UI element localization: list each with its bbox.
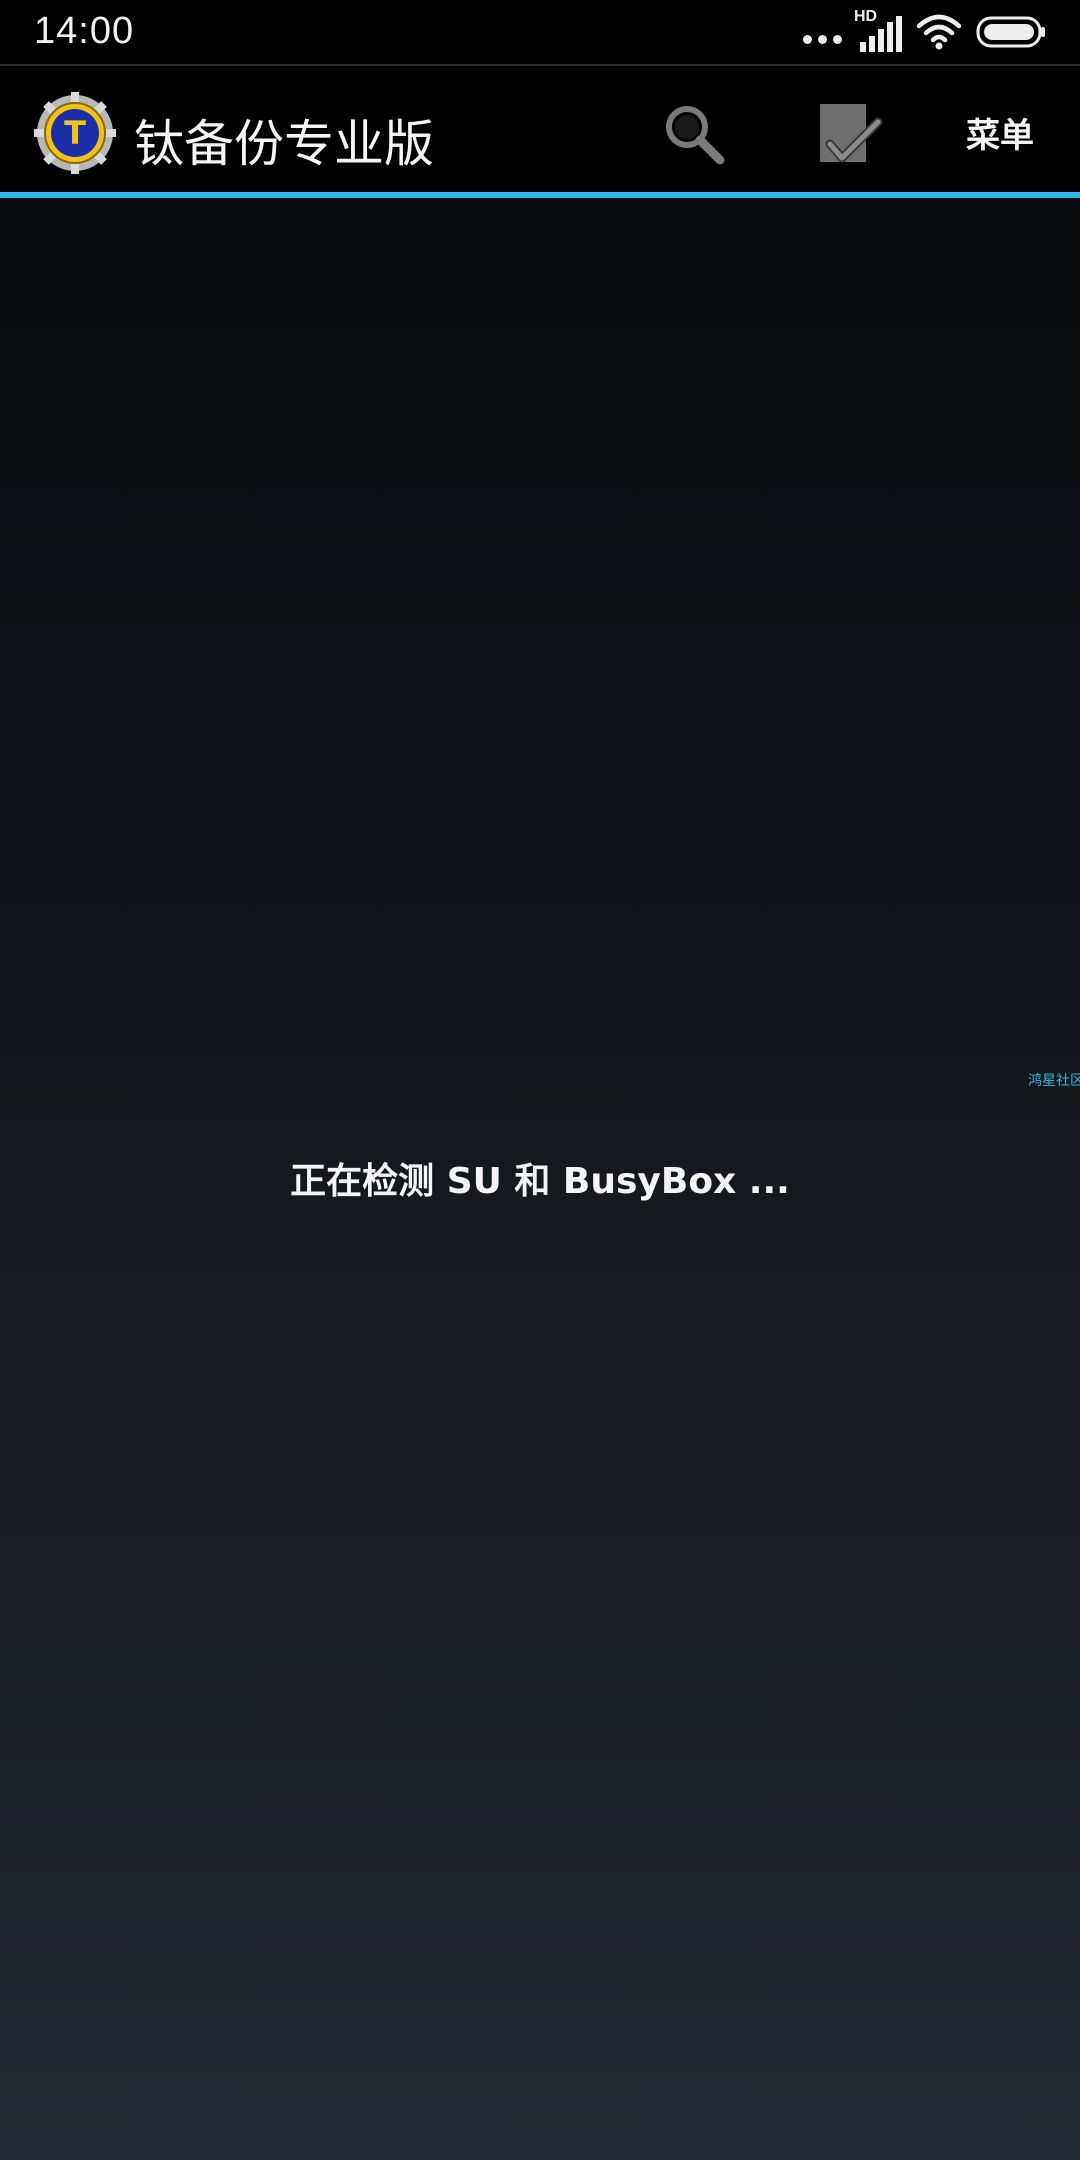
search-icon	[666, 106, 725, 165]
app-bar-accent-line	[0, 192, 1080, 198]
status-icons: HD	[803, 8, 1046, 54]
network-badge: HD	[854, 8, 878, 25]
menu-button[interactable]: 菜单	[940, 108, 1060, 164]
svg-text:T: T	[64, 114, 86, 152]
titanium-backup-logo-icon[interactable]: T	[34, 92, 116, 174]
battery-icon	[976, 15, 1046, 53]
status-message: 正在检测 SU 和 BusyBox ...	[290, 1161, 790, 1202]
status-bar: 14:00 HD	[0, 0, 1080, 66]
checkmark-select-icon	[820, 104, 883, 163]
status-time: 14:00	[34, 10, 135, 52]
more-dots-icon	[803, 34, 842, 44]
watermark: 鸿星社区	[1028, 1073, 1080, 1089]
wifi-icon	[916, 14, 962, 54]
app-title: 钛备份专业版	[134, 115, 434, 173]
select-all-button[interactable]	[808, 96, 888, 176]
cellular-signal-icon: HD	[854, 8, 902, 52]
app-screen: 14:00 HD T 钛备份专业版 菜单 鸿星社区 正在检测 SU 和 Busy…	[0, 0, 1080, 2160]
search-button[interactable]	[656, 96, 732, 172]
